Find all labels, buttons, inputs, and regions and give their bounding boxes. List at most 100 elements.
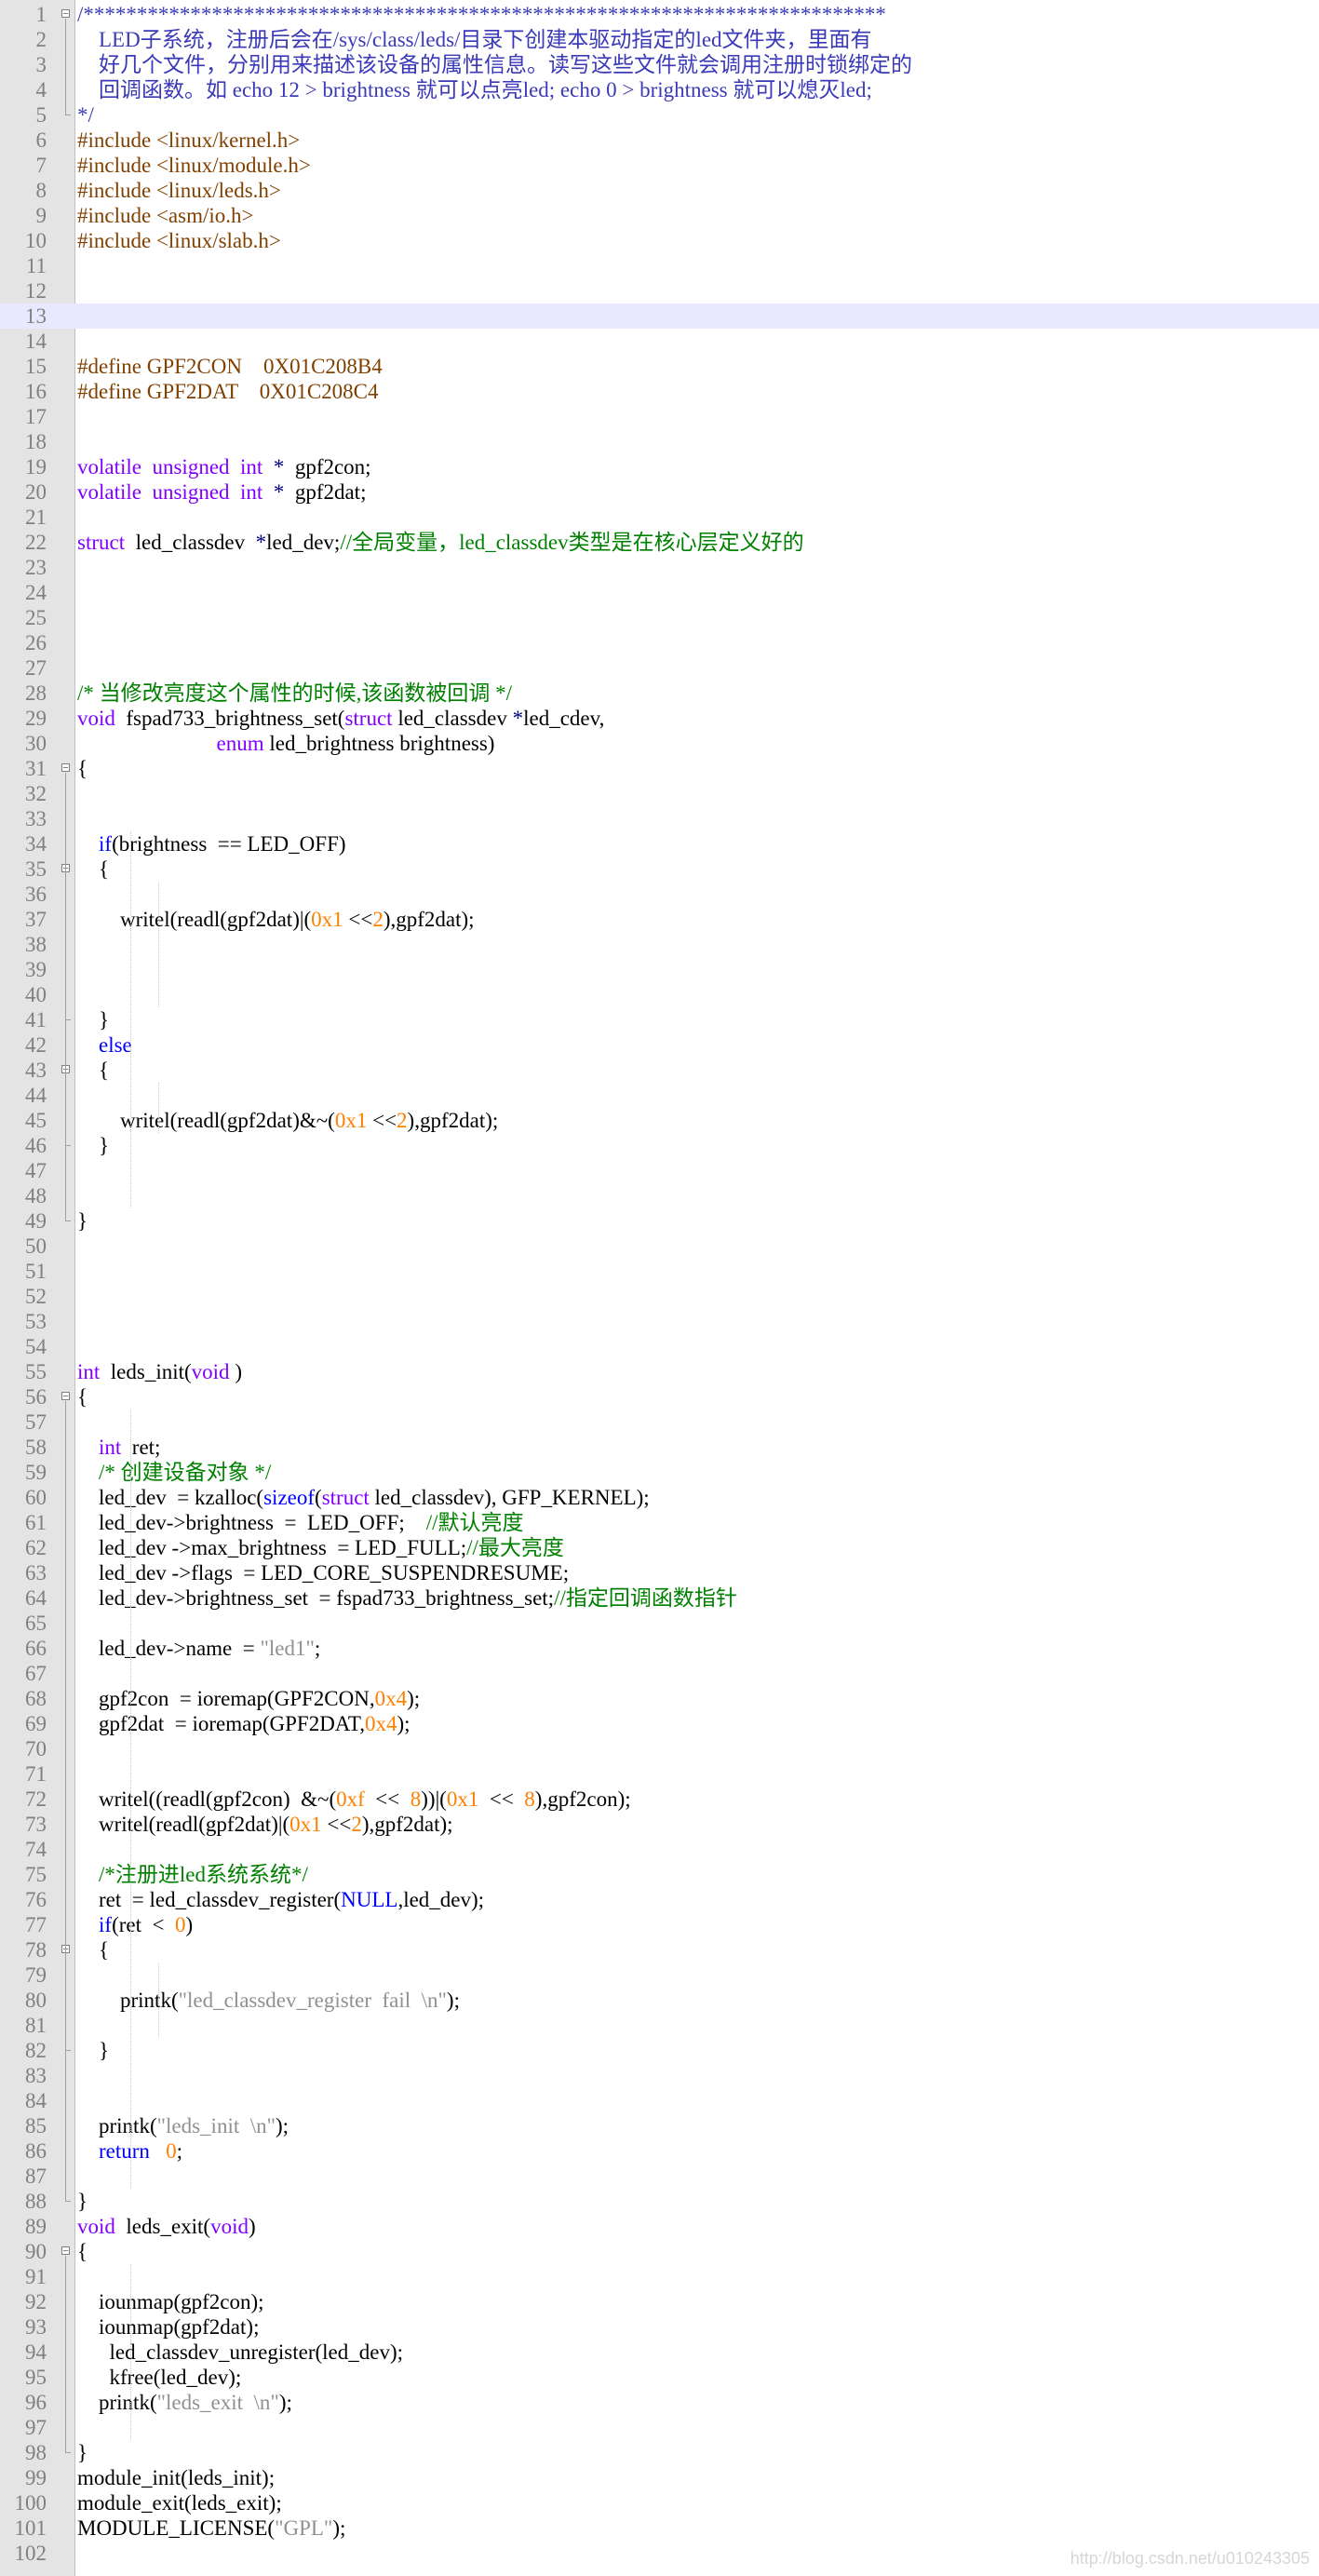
code-line[interactable]: 83	[0, 2063, 1319, 2088]
code-line[interactable]: 40	[0, 982, 1319, 1007]
code-line[interactable]: 2 LED子系统，注册后会在/sys/class/leds/目录下创建本驱动指定…	[0, 27, 1319, 52]
code-line[interactable]: 46 }	[0, 1133, 1319, 1158]
code-line[interactable]: 87	[0, 2164, 1319, 2189]
code-line[interactable]: 7 #include <linux/module.h>	[0, 153, 1319, 178]
fold-toggle-icon[interactable]	[61, 763, 70, 772]
code-line[interactable]: 60 led_dev = kzalloc(sizeof(struct led_c…	[0, 1485, 1319, 1510]
fold-toggle-icon[interactable]	[61, 1392, 70, 1400]
code-line[interactable]: 44	[0, 1083, 1319, 1108]
code-line[interactable]: 10 #include <linux/slab.h>	[0, 228, 1319, 253]
code-line[interactable]: 35 {	[0, 856, 1319, 882]
code-line[interactable]: 78 {	[0, 1937, 1319, 1962]
fold-toggle-icon[interactable]	[61, 9, 70, 18]
code-line[interactable]: 5 */	[0, 102, 1319, 128]
code-line[interactable]: 31 {	[0, 756, 1319, 781]
code-line[interactable]: 92 iounmap(gpf2con);	[0, 2289, 1319, 2314]
code-line[interactable]: 9 #include <asm/io.h>	[0, 203, 1319, 228]
code-line[interactable]: 37 writel(readl(gpf2dat)|(0x1 <<2),gpf2d…	[0, 907, 1319, 932]
fold-toggle-icon[interactable]	[61, 2246, 70, 2255]
code-line[interactable]: 71	[0, 1761, 1319, 1787]
code-line[interactable]: 8 #include <linux/leds.h>	[0, 178, 1319, 203]
code-line[interactable]: 65	[0, 1611, 1319, 1636]
code-line[interactable]: 96 printk("leds_exit \n");	[0, 2390, 1319, 2415]
code-line[interactable]: 84	[0, 2088, 1319, 2113]
code-line[interactable]: 59 /* 创建设备对象 */	[0, 1460, 1319, 1485]
code-line[interactable]: 66 led_dev->name = "led1";	[0, 1636, 1319, 1661]
code-line[interactable]: 19 volatile unsigned int * gpf2con;	[0, 454, 1319, 479]
code-line[interactable]: 57	[0, 1409, 1319, 1435]
code-line[interactable]: 97	[0, 2415, 1319, 2440]
code-line[interactable]: 80 printk("led_classdev_register fail \n…	[0, 1988, 1319, 2013]
code-line[interactable]: 99 module_init(leds_init);	[0, 2465, 1319, 2490]
code-line[interactable]: 11	[0, 253, 1319, 278]
code-line[interactable]: 77 if(ret < 0)	[0, 1912, 1319, 1937]
code-line[interactable]: 12	[0, 278, 1319, 303]
code-line[interactable]: 27	[0, 655, 1319, 681]
code-line[interactable]: 56 {	[0, 1384, 1319, 1409]
code-line[interactable]: 21	[0, 505, 1319, 530]
code-line[interactable]: 58 int ret;	[0, 1435, 1319, 1460]
code-line[interactable]: 29 void fspad733_brightness_set(struct le…	[0, 706, 1319, 731]
code-line[interactable]: 95 kfree(led_dev);	[0, 2365, 1319, 2390]
code-line[interactable]: 34 if(brightness == LED_OFF)	[0, 831, 1319, 856]
code-line[interactable]: 54	[0, 1334, 1319, 1359]
code-line[interactable]: 101 MODULE_LICENSE("GPL");	[0, 2515, 1319, 2541]
code-line[interactable]: 67	[0, 1661, 1319, 1686]
code-line[interactable]: 28 /* 当修改亮度这个属性的时候,该函数被回调 */	[0, 681, 1319, 706]
code-line[interactable]: 89 void leds_exit(void)	[0, 2214, 1319, 2239]
code-line[interactable]: 52	[0, 1284, 1319, 1309]
code-line[interactable]: 6 #include <linux/kernel.h>	[0, 128, 1319, 153]
code-line[interactable]: 32	[0, 781, 1319, 806]
code-line[interactable]: 76 ret = led_classdev_register(NULL,led_…	[0, 1887, 1319, 1912]
code-line[interactable]: 38	[0, 932, 1319, 957]
code-line[interactable]: 93 iounmap(gpf2dat);	[0, 2314, 1319, 2340]
code-line[interactable]: 43 {	[0, 1058, 1319, 1083]
code-line[interactable]: 45 writel(readl(gpf2dat)&~(0x1 <<2),gpf2…	[0, 1108, 1319, 1133]
code-line[interactable]: 23	[0, 555, 1319, 580]
code-line[interactable]: 73 writel(readl(gpf2dat)|(0x1 <<2),gpf2d…	[0, 1812, 1319, 1837]
code-line[interactable]: 47	[0, 1158, 1319, 1183]
code-line[interactable]: 42 else	[0, 1032, 1319, 1058]
code-line[interactable]: 85 printk("leds_init \n");	[0, 2113, 1319, 2138]
code-line[interactable]: 20 volatile unsigned int * gpf2dat;	[0, 479, 1319, 505]
code-line[interactable]: 81	[0, 2013, 1319, 2038]
code-editor[interactable]: 1 /**************************************…	[0, 2, 1319, 2566]
code-line[interactable]: 62 led_dev ->max_brightness = LED_FULL;/…	[0, 1535, 1319, 1560]
code-line[interactable]: 68 gpf2con = ioremap(GPF2CON,0x4);	[0, 1686, 1319, 1711]
code-line[interactable]: 100 module_exit(leds_exit);	[0, 2490, 1319, 2515]
code-line[interactable]: 61 led_dev->brightness = LED_OFF; //默认亮度	[0, 1510, 1319, 1535]
code-line[interactable]: 82 }	[0, 2038, 1319, 2063]
code-line[interactable]: 13	[0, 303, 1319, 329]
code-line[interactable]: 16 #define GPF2DAT 0X01C208C4	[0, 379, 1319, 404]
code-line[interactable]: 70	[0, 1736, 1319, 1761]
code-line[interactable]: 22 struct led_classdev *led_dev;//全局变量，le…	[0, 530, 1319, 555]
code-line[interactable]: 49}	[0, 1208, 1319, 1234]
code-line[interactable]: 98}	[0, 2440, 1319, 2465]
code-line[interactable]: 30 enum led_brightness brightness)	[0, 731, 1319, 756]
code-line[interactable]: 18	[0, 429, 1319, 454]
code-line[interactable]: 25	[0, 605, 1319, 630]
code-line[interactable]: 63 led_dev ->flags = LED_CORE_SUSPENDRES…	[0, 1560, 1319, 1585]
code-line[interactable]: 94 led_classdev_unregister(led_dev);	[0, 2340, 1319, 2365]
code-line[interactable]: 36	[0, 882, 1319, 907]
code-line[interactable]: 41 }	[0, 1007, 1319, 1032]
code-line[interactable]: 14	[0, 329, 1319, 354]
code-line[interactable]: 90 {	[0, 2239, 1319, 2264]
code-line[interactable]: 17	[0, 404, 1319, 429]
code-line[interactable]: 4 回调函数。如 echo 12 > brightness 就可以点亮led; …	[0, 77, 1319, 102]
code-line[interactable]: 3 好几个文件，分别用来描述该设备的属性信息。读写这些文件就会调用注册时锁绑定的	[0, 52, 1319, 77]
code-line[interactable]: 26	[0, 630, 1319, 655]
code-line[interactable]: 24	[0, 580, 1319, 605]
code-line[interactable]: 75 /*注册进led系统系统*/	[0, 1862, 1319, 1887]
code-line[interactable]: 15 #define GPF2CON 0X01C208B4	[0, 354, 1319, 379]
code-line[interactable]: 51	[0, 1259, 1319, 1284]
code-line[interactable]: 74	[0, 1837, 1319, 1862]
code-line[interactable]: 72 writel((readl(gpf2con) &~(0xf << 8))|…	[0, 1787, 1319, 1812]
code-line[interactable]: 55 int leds_init(void )	[0, 1359, 1319, 1384]
code-line[interactable]: 53	[0, 1309, 1319, 1334]
code-line[interactable]: 88}	[0, 2189, 1319, 2214]
code-line[interactable]: 69 gpf2dat = ioremap(GPF2DAT,0x4);	[0, 1711, 1319, 1736]
code-line[interactable]: 64 led_dev->brightness_set = fspad733_br…	[0, 1585, 1319, 1611]
code-line[interactable]: 50	[0, 1234, 1319, 1259]
code-line[interactable]: 91	[0, 2264, 1319, 2289]
